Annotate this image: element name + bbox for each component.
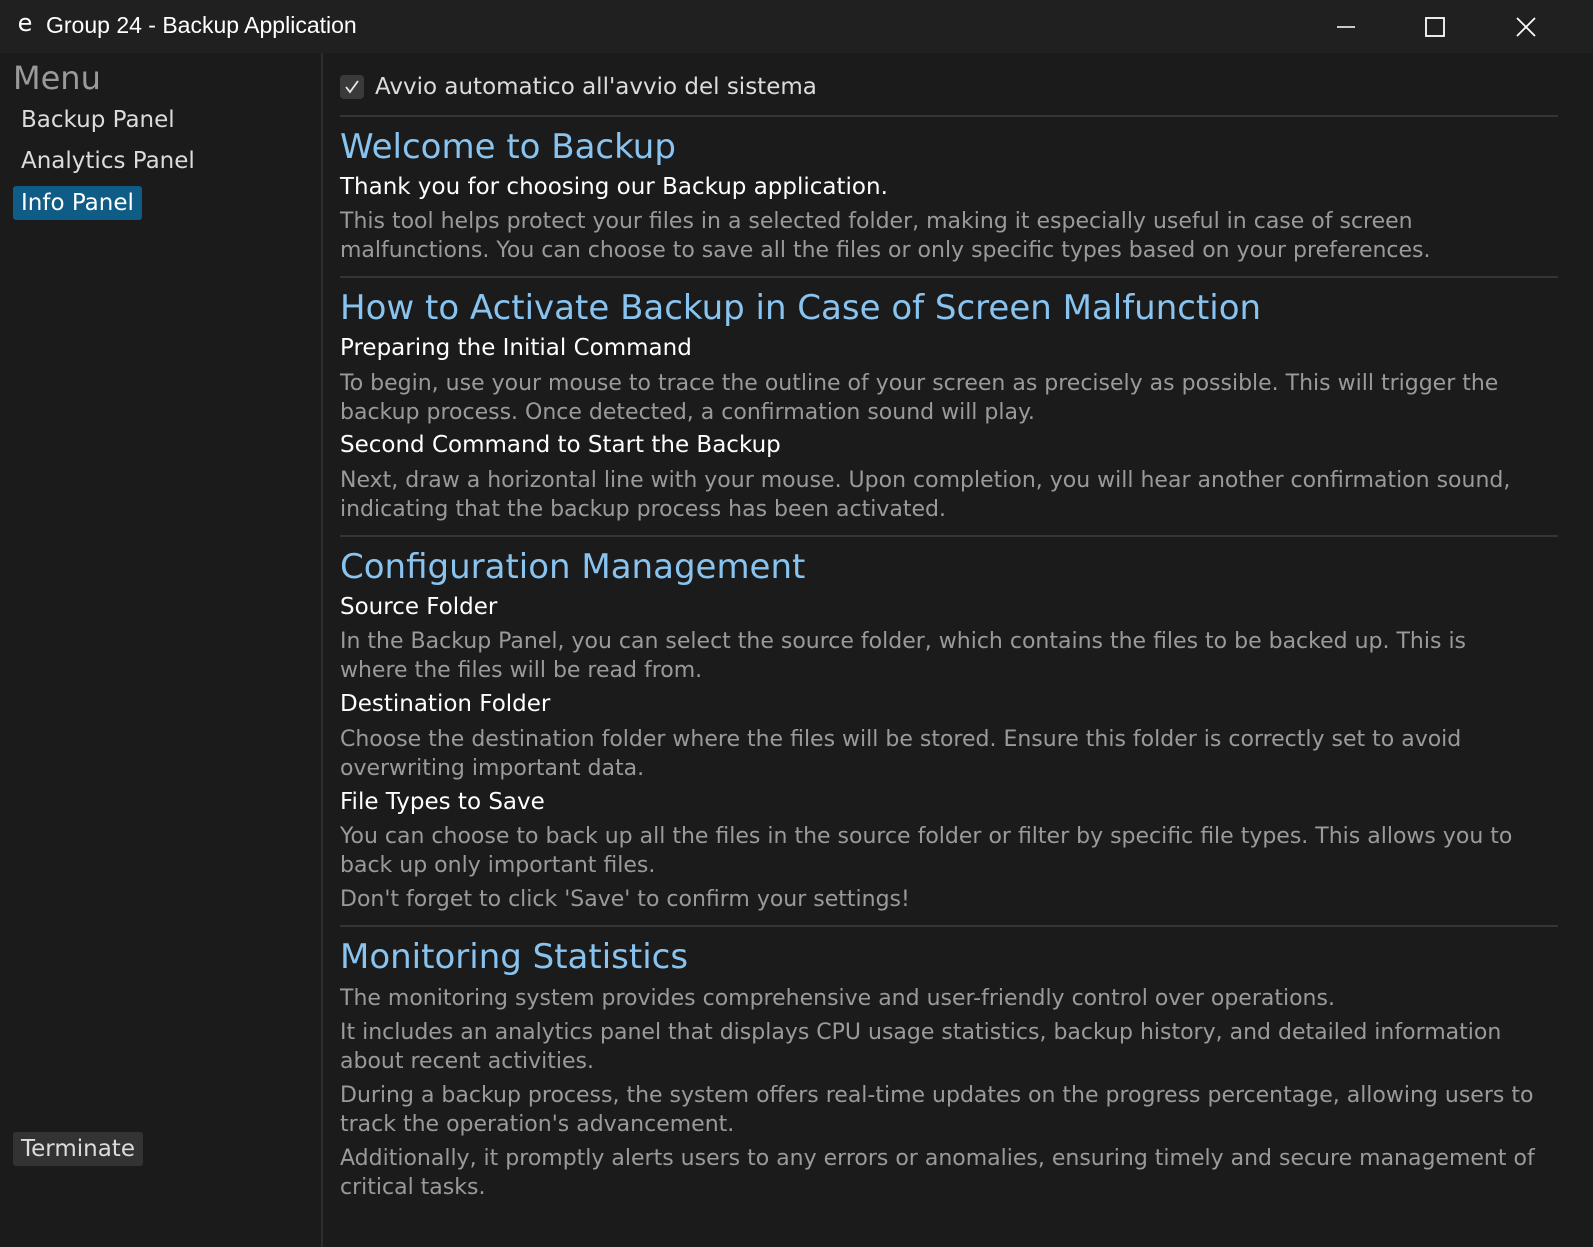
step1-body: To begin, use your mouse to trace the ou…	[340, 371, 1499, 425]
step1-title: Preparing the Initial Command	[340, 335, 692, 361]
source-folder-body: In the Backup Panel, you can select the …	[340, 629, 1467, 683]
minimize-button[interactable]	[1300, 0, 1392, 53]
save-note: Don't forget to click 'Save' to confirm …	[340, 887, 910, 912]
monitoring-paragraph-3: During a backup process, the system offe…	[340, 1083, 1534, 1137]
activate-heading: How to Activate Backup in Case of Screen…	[340, 288, 1262, 328]
welcome-body: This tool helps protect your files in a …	[340, 209, 1431, 263]
step2-title: Second Command to Start the Backup	[340, 432, 781, 458]
sidebar-menu: Menu Backup Panel Analytics Panel Info P…	[0, 53, 323, 1247]
sidebar-item-info-panel[interactable]: Info Panel	[13, 186, 142, 220]
section-divider	[340, 276, 1558, 278]
minimize-icon	[1337, 25, 1355, 28]
maximize-button[interactable]	[1389, 0, 1481, 53]
close-button[interactable]	[1480, 0, 1572, 53]
checkmark-icon	[345, 80, 359, 94]
sidebar-item-analytics-panel[interactable]: Analytics Panel	[13, 144, 203, 178]
monitoring-heading: Monitoring Statistics	[340, 937, 689, 977]
maximize-icon	[1425, 16, 1445, 37]
welcome-subtitle: Thank you for choosing our Backup applic…	[340, 174, 888, 200]
step2-body: Next, draw a horizontal line with your m…	[340, 468, 1511, 522]
welcome-heading: Welcome to Backup	[340, 127, 676, 167]
section-divider	[340, 115, 1558, 117]
autostart-checkbox[interactable]	[340, 75, 364, 99]
section-divider	[340, 535, 1558, 537]
sidebar-item-backup-panel[interactable]: Backup Panel	[13, 103, 183, 137]
monitoring-paragraph-4: Additionally, it promptly alerts users t…	[340, 1146, 1535, 1200]
terminate-button[interactable]: Terminate	[13, 1132, 143, 1166]
section-divider	[340, 925, 1558, 927]
config-heading: Configuration Management	[340, 547, 806, 587]
file-types-title: File Types to Save	[340, 789, 545, 815]
autostart-label: Avvio automatico all'avvio del sistema	[375, 74, 817, 100]
autostart-option[interactable]: Avvio automatico all'avvio del sistema	[340, 73, 817, 101]
title-bar: e Group 24 - Backup Application	[0, 0, 1593, 53]
app-icon: e	[17, 9, 33, 37]
destination-folder-body: Choose the destination folder where the …	[340, 727, 1462, 781]
menu-title: Menu	[13, 59, 101, 97]
monitoring-paragraph-1: The monitoring system provides comprehen…	[340, 986, 1335, 1011]
destination-folder-title: Destination Folder	[340, 691, 551, 717]
close-icon	[1516, 16, 1536, 37]
file-types-body: You can choose to back up all the files …	[340, 824, 1513, 878]
window-title: Group 24 - Backup Application	[46, 12, 357, 38]
source-folder-title: Source Folder	[340, 594, 498, 620]
monitoring-paragraph-2: It includes an analytics panel that disp…	[340, 1020, 1502, 1074]
